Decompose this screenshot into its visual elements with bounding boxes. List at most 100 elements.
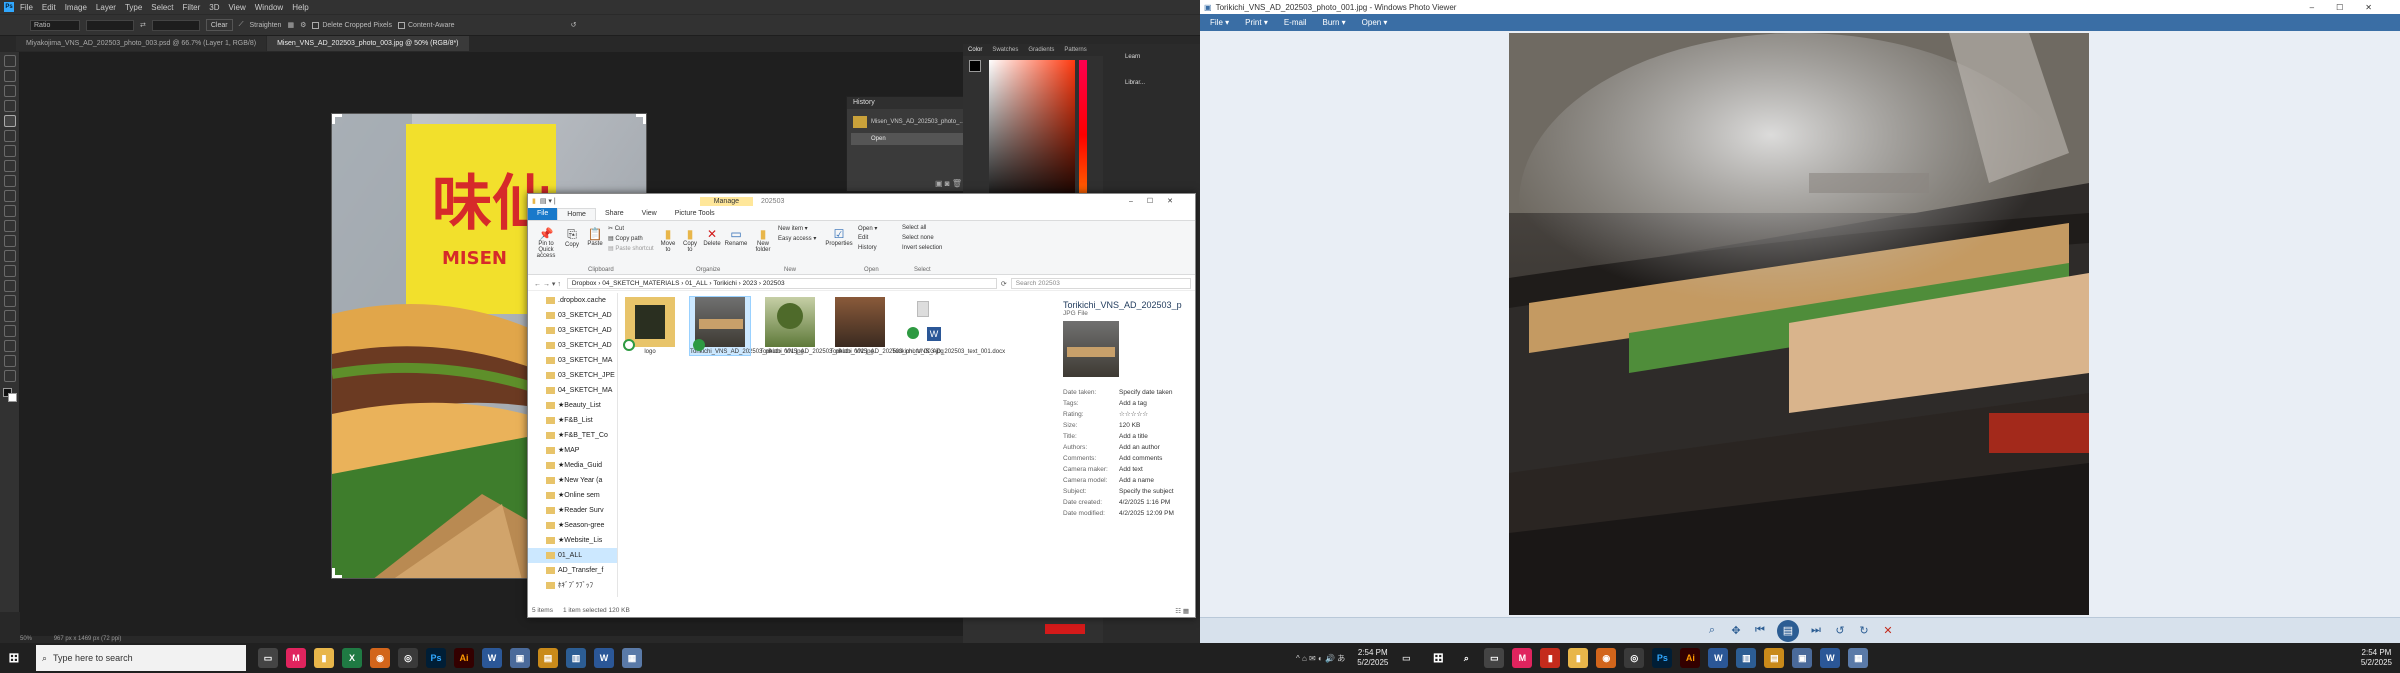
move-tool-icon[interactable] [4,55,16,67]
details-value[interactable]: 4/2/2025 12:09 PM [1119,508,1174,519]
chrome-taskbar-icon[interactable]: ◎ [398,648,418,668]
gradient-tool-icon[interactable] [4,235,16,247]
nav-item[interactable]: ★F&B_TET_Co [528,428,617,443]
app-m-icon-2[interactable]: M [1512,648,1533,668]
zoom-tool-icon[interactable] [4,355,16,367]
edit-button[interactable]: Edit [858,235,868,241]
patterns-tab[interactable]: Patterns [1059,44,1091,56]
app-red-icon[interactable]: ▮ [1540,648,1561,668]
ps-menu-window[interactable]: Window [255,3,283,12]
task-view-icon[interactable]: ▭ [258,648,278,668]
taskbar-search-input[interactable]: ⌕ Type here to search [36,645,246,671]
breadcrumb-202503[interactable]: 202503 [763,280,785,287]
rename-button[interactable]: ▭ Rename [724,227,748,247]
app-window-icon[interactable]: ▣ [510,648,530,668]
dodge-tool-icon[interactable] [4,265,16,277]
viewer-window-controls-icon[interactable]: –☐✕ [2310,3,2394,12]
nav-item[interactable]: ★Season-gree [528,518,617,533]
photoshop-taskbar-icon-2[interactable]: Ps [1652,648,1673,668]
settings-icon[interactable]: ⚙ [300,21,306,29]
reset-icon[interactable]: ↺ [571,21,577,29]
delete-cropped-checkbox[interactable] [312,21,320,29]
move-to-button[interactable]: ▮ Move to [658,227,678,253]
nav-item[interactable]: .dropbox.cache [528,293,617,308]
copy-to-button[interactable]: ▮ Copy to [680,227,700,253]
search-icon-2[interactable]: ⌕ [1456,648,1476,668]
details-value[interactable]: Specify date taken [1119,387,1172,398]
file-item-text-001[interactable]: W Torikichi_VNS_AD_202503_text_001.docx [892,297,1005,355]
type-tool-icon[interactable] [4,295,16,307]
nav-item[interactable]: ★F&B_List [528,413,617,428]
crop-handle-bl[interactable] [332,568,342,578]
file-item-photo-001[interactable]: Torikichi_VNS_AD_202503_photo_001.jpg [689,296,804,356]
new-folder-button[interactable]: ▮ New folder [752,227,774,253]
ps-menu-edit[interactable]: Edit [42,3,56,12]
details-value[interactable]: ☆☆☆☆☆ [1119,409,1148,420]
previous-icon[interactable]: ⏮ [1753,624,1767,638]
breadcrumb-sketch[interactable]: 04_SKETCH_MATERIALS [602,280,679,287]
crop-tool-icon[interactable] [4,115,16,127]
word-taskbar-icon-2[interactable]: W [594,648,614,668]
details-value[interactable]: Add an author [1119,442,1160,453]
ps-tab-miyakojima[interactable]: Miyakojima_VNS_AD_202503_photo_003.psd @… [16,36,267,51]
word-taskbar-icon-4[interactable]: W [1820,648,1841,668]
view-toggle-icon[interactable]: ☷ ▦ [1175,607,1189,615]
excel-taskbar-icon[interactable]: X [342,648,362,668]
word-taskbar-icon[interactable]: W [482,648,502,668]
firefox-taskbar-icon-2[interactable]: ◉ [1596,648,1617,668]
nav-item[interactable]: 05_OTHER_JOB [528,593,617,597]
paste-shortcut-button[interactable]: ▤ Paste shortcut [608,245,654,252]
viewer-menu-open[interactable]: Open ▾ [1362,18,1388,27]
rotate-right-icon[interactable]: ↻ [1857,624,1871,638]
nav-item[interactable]: 03_SKETCH_AD [528,338,617,353]
nav-item[interactable]: ﾎｷﾞﾌﾞﾗﾌﾞｯﾌ [528,578,617,593]
delete-button[interactable]: ✕ Delete [702,227,722,247]
qat-icon[interactable]: ▤ ▾ | [540,197,556,205]
ribbon-tab-picture-tools[interactable]: Picture Tools [666,208,724,220]
chrome-taskbar-icon-2[interactable]: ◎ [1624,648,1645,668]
nav-item[interactable]: ★MAP [528,443,617,458]
nav-item[interactable]: 03_SKETCH_JPE [528,368,617,383]
ps-menu-filter[interactable]: Filter [183,3,201,12]
app-blue-icon[interactable]: ▥ [566,648,586,668]
stamp-tool-icon[interactable] [4,190,16,202]
details-value[interactable]: 120 KB [1119,420,1140,431]
nav-item[interactable]: 03_SKETCH_AD [528,323,617,338]
history-brush-tool-icon[interactable] [4,205,16,217]
color-picker-field[interactable] [989,60,1075,210]
eyedropper-tool-icon[interactable] [4,145,16,157]
nav-arrows-icon[interactable]: ← → ▾ ↑ [534,280,561,288]
blur-tool-icon[interactable] [4,250,16,262]
ps-zoom-level[interactable]: 50% [20,636,32,642]
start-icon[interactable]: ⊞ [4,648,24,668]
illustrator-taskbar-icon-2[interactable]: Ai [1680,648,1701,668]
properties-button[interactable]: ☑ Properties [824,227,854,247]
yakitori-photo[interactable] [1509,33,2089,615]
ps-menu-help[interactable]: Help [292,3,308,12]
details-value[interactable]: Add text [1119,464,1143,475]
file-item-photo-003[interactable]: Torikichi_VNS_AD_202503_photo_003.jpg [830,297,944,355]
libraries-panel-button[interactable]: Librar... [1103,60,1200,86]
illustrator-taskbar-icon[interactable]: Ai [454,648,474,668]
nav-item[interactable]: ★Online sem [528,488,617,503]
app-window-icon-2[interactable]: ▣ [1792,648,1813,668]
breadcrumb-dropbox[interactable]: Dropbox [572,280,597,287]
app-blue-icon-2[interactable]: ▥ [1736,648,1757,668]
history-button[interactable]: History [858,245,877,251]
new-item-button[interactable]: New item ▾ [778,225,808,232]
firefox-taskbar-icon[interactable]: ◉ [370,648,390,668]
color-tab[interactable]: Color [963,44,987,56]
word-taskbar-icon-3[interactable]: W [1708,648,1729,668]
explorer-taskbar-icon-2[interactable]: ▮ [1568,648,1589,668]
file-item-photo-002[interactable]: Torikichi_VNS_AD_202503_photo_002.jpg [760,297,874,355]
manage-tab[interactable]: Manage [699,196,753,206]
details-value[interactable]: Add comments [1119,453,1162,464]
swap-icon[interactable]: ⇄ [140,21,146,29]
nav-item[interactable]: ★Media_Guid [528,458,617,473]
start-icon-2[interactable]: ⊞ [1428,648,1448,668]
notification-icon[interactable]: ▭ [1396,648,1416,668]
window-controls-icon[interactable]: –☐✕ [1129,197,1187,205]
foreground-color-swatch[interactable] [969,60,981,72]
overlay-grid-icon[interactable]: ▦ [287,21,294,29]
photoshop-taskbar-icon[interactable]: Ps [426,648,446,668]
